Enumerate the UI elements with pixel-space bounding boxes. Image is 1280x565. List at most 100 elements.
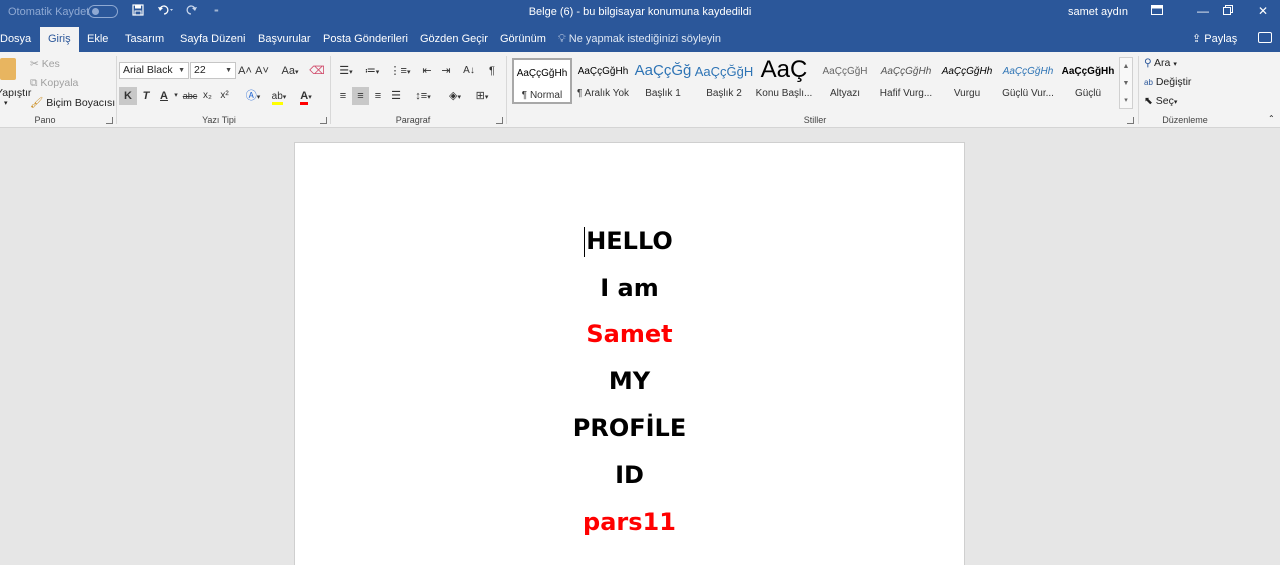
replace-button[interactable]: ab Değiştir xyxy=(1144,76,1191,88)
increase-indent-icon[interactable]: ⇥ xyxy=(438,62,454,80)
document-line[interactable]: MY xyxy=(295,366,964,396)
style-sample: AaÇ xyxy=(760,56,808,83)
tab-layout[interactable]: Sayfa Düzeni xyxy=(174,27,251,52)
undo-icon[interactable] xyxy=(157,4,175,20)
document-line[interactable]: PROFİLE xyxy=(295,413,964,443)
font-name-select[interactable]: Arial Black ▼ xyxy=(119,62,189,79)
autosave-toggle[interactable] xyxy=(88,5,118,18)
chevron-down-icon[interactable]: ▾ xyxy=(172,87,180,105)
document-page[interactable]: HELLO I am Samet MY PROFİLE ID pars11 xyxy=(294,142,965,565)
tell-me-box[interactable]: 💡︎ Ne yapmak istediğinizi söyleyin xyxy=(558,27,721,52)
clear-formatting-icon[interactable]: ⌫ xyxy=(309,62,325,80)
line-spacing-icon[interactable]: ↕≡▾ xyxy=(411,87,435,105)
paragraph-launcher-icon[interactable] xyxy=(496,117,503,124)
change-case-button[interactable]: Aa▾ xyxy=(278,62,302,80)
style-normal[interactable]: AaÇçĞğHh ¶ Normal xyxy=(512,58,572,104)
ribbon-display-options-icon[interactable] xyxy=(1134,0,1180,24)
style-emphasis[interactable]: AaÇçĞğHh Vurgu xyxy=(937,58,997,104)
save-icon[interactable] xyxy=(132,4,144,20)
change-case-label: Aa xyxy=(281,65,295,77)
document-line[interactable]: pars11 xyxy=(295,507,964,537)
style-subtitle[interactable]: AaÇçĞğH Altyazı xyxy=(815,58,875,104)
document-line[interactable]: Samet xyxy=(295,319,964,349)
format-painter-button[interactable]: 🖌︎ Biçim Boyacısı xyxy=(30,96,115,109)
strikethrough-button[interactable]: abc xyxy=(181,87,199,105)
style-title[interactable]: AaÇ Konu Başlı... xyxy=(754,56,814,104)
tab-mailings[interactable]: Posta Gönderileri xyxy=(317,27,414,52)
close-button[interactable]: ✕ xyxy=(1240,0,1280,24)
style-name: Konu Başlı... xyxy=(755,88,813,99)
gallery-more-icon[interactable]: ▾ xyxy=(1120,92,1132,109)
document-line[interactable]: I am xyxy=(295,273,964,303)
numbering-icon[interactable]: ≔▾ xyxy=(360,62,384,80)
find-button[interactable]: ⚲ Ara ▾ xyxy=(1144,57,1177,69)
tab-references[interactable]: Başvurular xyxy=(252,27,317,52)
highlight-color-icon[interactable]: ab▾ xyxy=(267,87,291,105)
text-effects-icon[interactable]: Ⓐ▾ xyxy=(241,87,265,105)
borders-icon[interactable]: ⊞▾ xyxy=(470,87,494,105)
group-label-paragraph: Paragraf xyxy=(395,115,431,125)
find-label: Ara xyxy=(1154,57,1171,69)
tab-view[interactable]: Görünüm xyxy=(494,27,552,52)
comments-icon[interactable] xyxy=(1258,32,1272,43)
styles-launcher-icon[interactable] xyxy=(1127,117,1134,124)
multilevel-list-icon[interactable]: ⋮≡▾ xyxy=(388,62,412,80)
style-intense-emphasis[interactable]: AaÇçĞğHh Güçlü Vur... xyxy=(998,58,1058,104)
tab-file[interactable]: Dosya xyxy=(0,27,37,52)
shrink-font-button[interactable]: A˅ xyxy=(255,62,269,80)
bold-button[interactable]: K xyxy=(119,87,137,105)
style-heading-1[interactable]: AaÇçĞğ Başlık 1 xyxy=(633,58,693,104)
align-left-icon[interactable]: ≡ xyxy=(335,87,351,105)
bullets-icon[interactable]: ☰▾ xyxy=(335,62,357,80)
toggle-knob xyxy=(92,8,99,15)
style-subtle-emphasis[interactable]: AaÇçĞğHh Hafif Vurg... xyxy=(876,58,936,104)
collapse-ribbon-icon[interactable]: ⌃ xyxy=(1268,114,1275,123)
font-color-icon[interactable]: A▾ xyxy=(294,87,318,105)
share-button[interactable]: ⇪ Paylaş xyxy=(1192,27,1237,52)
tab-review[interactable]: Gözden Geçir xyxy=(414,27,494,52)
align-center-icon[interactable]: ≡ xyxy=(352,87,369,105)
redo-icon[interactable] xyxy=(186,4,198,20)
style-no-spacing[interactable]: AaÇçĞğHh ¶ Aralık Yok xyxy=(573,58,633,104)
sort-icon[interactable]: A↓ xyxy=(460,62,478,80)
tab-insert[interactable]: Ekle xyxy=(81,27,114,52)
style-strong[interactable]: AaÇçĞğHh Güçlü xyxy=(1058,58,1118,104)
style-sample: AaÇçĞğH xyxy=(694,64,754,79)
justify-icon[interactable]: ☰ xyxy=(388,87,404,105)
grow-font-button[interactable]: A˄ xyxy=(238,62,252,80)
document-line[interactable]: HELLO xyxy=(295,226,964,256)
tab-design[interactable]: Tasarım xyxy=(119,27,170,52)
style-name: Başlık 2 xyxy=(706,88,742,99)
customize-qat-icon[interactable]: ⁼ xyxy=(214,4,219,20)
copy-label: Kopyala xyxy=(40,77,79,89)
autosave-label: Otomatik Kaydet xyxy=(8,6,90,18)
group-label-styles: Stiller xyxy=(803,115,827,125)
scroll-down-icon[interactable]: ▼ xyxy=(1120,75,1132,92)
title-bar: Otomatik Kaydet ⁼ Belge (6) - bu bilgisa… xyxy=(0,0,1280,24)
cut-button[interactable]: ✂ Kes xyxy=(30,58,60,70)
style-name: Güçlü xyxy=(1074,88,1102,99)
font-launcher-icon[interactable] xyxy=(320,117,327,124)
underline-button[interactable]: A xyxy=(156,87,172,105)
align-right-icon[interactable]: ≡ xyxy=(370,87,386,105)
paste-dropdown-icon[interactable]: ▾ xyxy=(4,99,8,107)
subscript-button[interactable]: x₂ xyxy=(200,87,215,105)
style-name: Başlık 1 xyxy=(645,88,681,99)
paste-label[interactable]: Yapıştır xyxy=(0,87,31,99)
document-title: Belge (6) - bu bilgisayar konumuna kayde… xyxy=(528,6,752,18)
document-line[interactable]: ID xyxy=(295,460,964,490)
paste-icon[interactable] xyxy=(0,58,16,80)
select-button[interactable]: ⬉ Seç▾ xyxy=(1144,95,1177,107)
style-heading-2[interactable]: AaÇçĞğH Başlık 2 xyxy=(694,58,754,104)
show-formatting-button[interactable]: ¶ xyxy=(484,62,500,80)
decrease-indent-icon[interactable]: ⇤ xyxy=(419,62,435,80)
styles-gallery-scroll[interactable]: ▲ ▼ ▾ xyxy=(1119,57,1133,109)
italic-button[interactable]: T xyxy=(138,87,154,105)
clipboard-launcher-icon[interactable] xyxy=(106,117,113,124)
tab-home[interactable]: Giriş xyxy=(40,27,79,52)
font-size-select[interactable]: 22 ▼ xyxy=(190,62,236,79)
scroll-up-icon[interactable]: ▲ xyxy=(1120,58,1132,75)
shading-icon[interactable]: ◈▾ xyxy=(443,87,467,105)
copy-button[interactable]: ⧉ Kopyala xyxy=(30,77,78,90)
superscript-button[interactable]: x² xyxy=(217,87,232,105)
